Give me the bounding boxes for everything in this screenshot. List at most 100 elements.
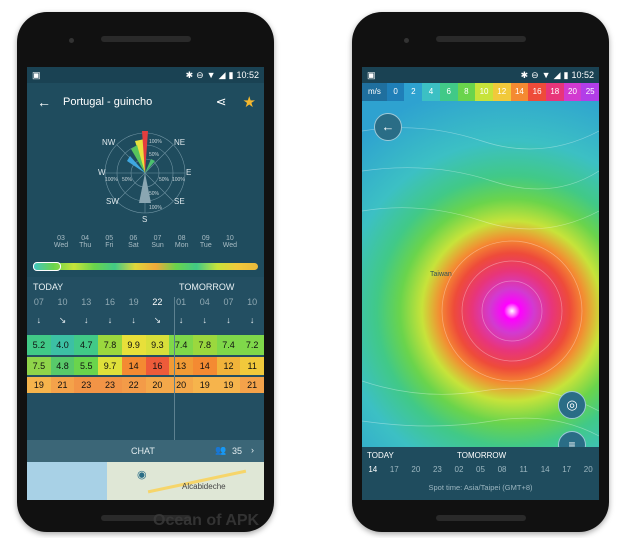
tomorrow-label: TOMORROW [457, 451, 507, 460]
pct-top-outer: 100% [149, 139, 162, 145]
bluetooth-icon: ✱ [185, 69, 194, 80]
back-button[interactable]: ← [374, 113, 402, 141]
day-2[interactable]: 05 Fri [97, 235, 121, 259]
wind-arrow-icon: ↓ [202, 315, 208, 325]
signal-icon: ◢ [553, 69, 561, 80]
left-screen: ▣ ✱ ⊖ ▼ ◢ ▮ 10:52 ← Portugal - guincho ⋖… [27, 67, 264, 500]
app-bar: ← Portugal - guincho ⋖ ★ [27, 83, 264, 121]
pct-bottom-mid: 50% [149, 191, 160, 197]
watermark: Ocean of APK [153, 512, 260, 529]
day-0[interactable]: 03 Wed [49, 235, 73, 259]
wind-speed-row: 5.2 4.0 4.7 7.8 9.9 9.3 7.4 7.8 7.4 7.2 [27, 335, 264, 355]
wind-speed-scale: m/s 0 2 4 6 8 10 12 14 16 18 20 25 [362, 83, 599, 101]
temperature-row: 19 21 23 23 22 20 20 19 19 21 [27, 377, 264, 393]
wind-arrow-icon: ↓ [178, 315, 184, 325]
front-camera [69, 38, 74, 43]
status-bar: ▣ ✱ ⊖ ▼ ◢ ▮ 10:52 [27, 67, 264, 83]
scale-step: 25 [581, 83, 599, 101]
status-bar: ▣ ✱ ⊖ ▼ ◢ ▮ 10:52 [362, 67, 599, 83]
share-icon[interactable]: ⋖ [216, 94, 227, 110]
scale-step: 0 [386, 83, 405, 101]
wind-arrow-icon: ↓ [84, 315, 89, 325]
wind-arrow-icon: ↓ [36, 315, 42, 325]
android-icon: ▣ [32, 69, 41, 80]
chat-count: 35 [232, 446, 243, 456]
bluetooth-icon: ✱ [520, 69, 529, 80]
day-4[interactable]: 07 Sun [146, 235, 170, 259]
pct-top-mid: 50% [149, 152, 160, 158]
wifi-icon: ▼ [541, 70, 551, 80]
scale-unit: m/s [362, 83, 387, 101]
day-1[interactable]: 04 Thu [73, 235, 97, 259]
sea-area [27, 462, 107, 500]
scale-step: 20 [563, 83, 582, 101]
compass-e: E [186, 168, 192, 177]
table-divider [174, 297, 175, 447]
wind-map[interactable]: Taiwan ← ◎ ≡ [362, 101, 599, 459]
top-speaker [101, 36, 191, 42]
back-arrow-icon[interactable]: ← [37, 94, 51, 110]
scale-step: 18 [545, 83, 564, 101]
bottom-speaker [436, 515, 526, 521]
wind-arrow-icon: ↓ [226, 315, 231, 325]
compass-nw: NW [102, 138, 116, 147]
today-label: TODAY [33, 282, 64, 292]
wind-direction-row: ↓ ↘ ↓ ↓ ↓ ↘ ↓ ↓ ↓ ↓ [27, 315, 264, 331]
wind-timeline-bar[interactable] [33, 262, 258, 271]
wind-gust-row: 7.5 4.8 5.5 9.7 14 16 13 14 12 11 [27, 357, 264, 375]
chat-bar[interactable]: CHAT 👥 35 › [27, 440, 264, 462]
wifi-icon: ▼ [206, 70, 216, 80]
map-pin-icon: ◉ [137, 469, 147, 481]
compass-sw: SW [106, 197, 119, 206]
day-7[interactable]: 10 Wed [218, 235, 242, 259]
timeline-hours: 14 17 20 23 02 05 08 11 14 17 20 [368, 465, 593, 474]
forecast-table: TODAY TOMORROW 07 10 13 16 19 22 01 04 0… [27, 277, 264, 447]
compass-ne: NE [174, 138, 186, 147]
wind-compass: NW NE W E SW SE S 100% 50% 100% 50% 50% … [27, 121, 264, 233]
status-time: 10:52 [571, 70, 594, 80]
location-title: Portugal - guincho [63, 96, 153, 108]
locate-button[interactable]: ◎ [558, 391, 586, 419]
status-time: 10:52 [236, 70, 259, 80]
mini-map[interactable]: ◉ Alcabideche [27, 462, 264, 500]
tomorrow-label: TOMORROW [179, 282, 235, 292]
compass-se: SE [174, 197, 185, 206]
pct-bottom-outer: 100% [149, 205, 162, 211]
dnd-icon: ⊖ [531, 69, 539, 80]
wind-arrow-icon: ↓ [107, 315, 113, 325]
day-6[interactable]: 09 Tue [194, 235, 218, 259]
pct-right-outer: 100% [172, 177, 185, 183]
chevron-right-icon: › [251, 445, 254, 455]
compass-s: S [142, 215, 148, 224]
target-icon: ◎ [566, 397, 578, 412]
wind-arrow-icon: ↘ [153, 315, 162, 325]
timeline-window[interactable] [33, 262, 61, 271]
pct-left-mid: 50% [122, 177, 133, 183]
compass-w: W [98, 168, 106, 177]
chat-label: CHAT [131, 446, 155, 456]
top-speaker [436, 36, 526, 42]
favorite-star-icon[interactable]: ★ [243, 93, 256, 111]
front-camera [404, 38, 409, 43]
signal-icon: ◢ [218, 69, 226, 80]
week-day-strip: 03 Wed 04 Thu 05 Fri 06 Sat 07 Sun 08 Mon 09 Tu… [27, 235, 264, 259]
scale-step: 16 [528, 83, 546, 101]
scale-step: 8 [457, 83, 476, 101]
right-phone: ▣ ✱ ⊖ ▼ ◢ ▮ 10:52 m/s 0 2 4 6 8 10 12 14… [352, 12, 609, 532]
map-timeline[interactable]: TODAY TOMORROW 14 17 20 23 02 05 08 11 1… [362, 447, 599, 500]
dnd-icon: ⊖ [196, 69, 204, 80]
day-5[interactable]: 08 Mon [170, 235, 194, 259]
wind-arrow-icon: ↘ [58, 315, 67, 325]
battery-icon: ▮ [228, 69, 234, 80]
scale-step: 2 [404, 83, 423, 101]
scale-step: 10 [475, 83, 493, 101]
android-icon: ▣ [367, 69, 376, 80]
right-screen: ▣ ✱ ⊖ ▼ ◢ ▮ 10:52 m/s 0 2 4 6 8 10 12 14… [362, 67, 599, 500]
day-3[interactable]: 06 Sat [121, 235, 145, 259]
scale-step: 4 [422, 83, 440, 101]
hours-row: 07 10 13 16 19 22 01 04 07 10 [33, 297, 258, 307]
pct-left-outer: 100% [105, 177, 118, 183]
map-label-taiwan: Taiwan [430, 271, 452, 278]
people-icon: 👥 [215, 445, 227, 455]
pct-right-mid: 50% [159, 177, 170, 183]
